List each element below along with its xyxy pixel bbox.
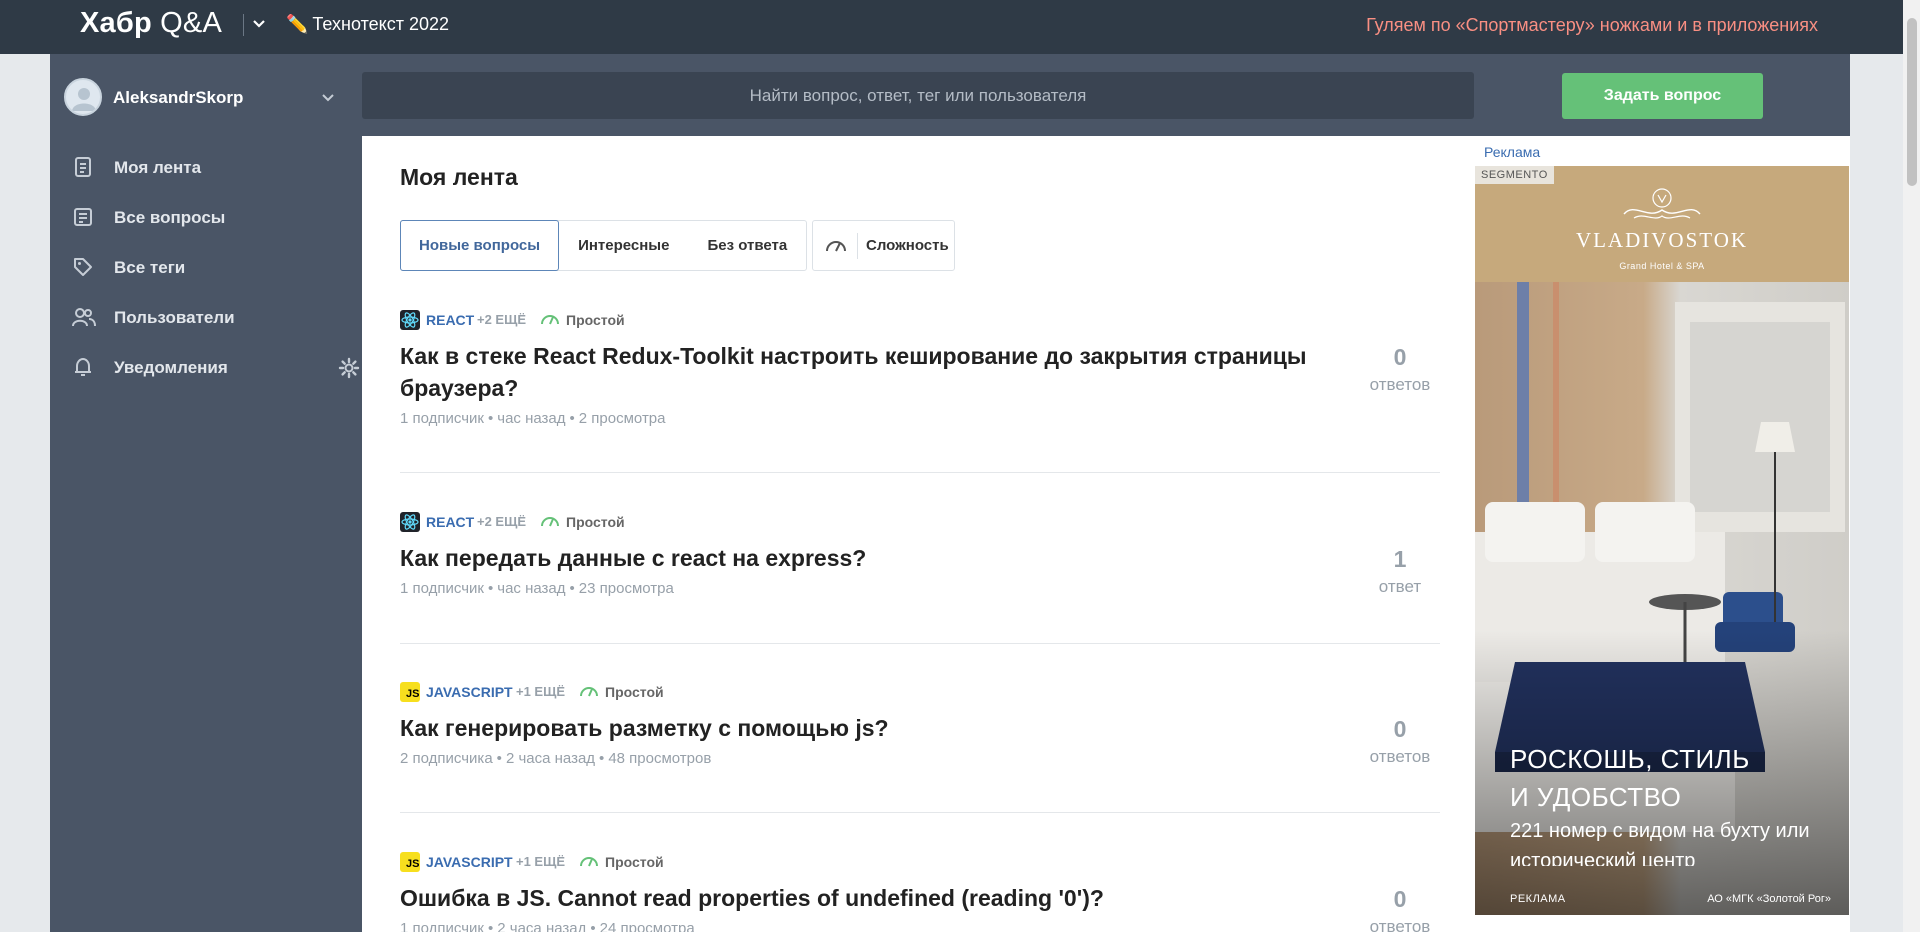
ad-column: Реклама VLADIVOSTOK Grand Hotel & SPA SE…	[1474, 136, 1850, 932]
question-item: REACT +2 ЕЩЁ Простой Как в стеке React R…	[400, 310, 1440, 427]
more-tags[interactable]: +1 ЕЩЁ	[516, 854, 565, 869]
ask-question-button[interactable]: Задать вопрос	[1562, 73, 1763, 119]
hotel-name: VLADIVOSTOK	[1575, 228, 1749, 252]
ad-label[interactable]: Реклама	[1484, 144, 1540, 160]
question-divider	[400, 643, 1440, 644]
difficulty-icon	[579, 683, 599, 702]
question-title[interactable]: Ошибка в JS. Cannot read properties of u…	[400, 882, 1320, 914]
react-icon	[400, 310, 420, 330]
javascript-icon: JS	[400, 682, 420, 702]
chevron-down-icon[interactable]	[320, 90, 336, 111]
tag-link[interactable]: JAVASCRIPT	[426, 684, 513, 700]
search-input[interactable]: Найти вопрос, ответ, тег или пользовател…	[362, 72, 1474, 119]
sidebar-item-feed[interactable]: Моя лента	[72, 152, 352, 182]
page-title: Моя лента	[400, 164, 518, 190]
tab-unanswered[interactable]: Без ответа	[688, 221, 806, 270]
sidebar-item-users[interactable]: Пользователи	[72, 302, 352, 332]
questions-icon	[72, 206, 94, 233]
question-meta: 1 подписчик • час назад • 23 просмотра	[400, 580, 674, 597]
bell-icon	[72, 356, 94, 383]
ad-banner[interactable]: VLADIVOSTOK Grand Hotel & SPA SEGMENTO Р…	[1475, 166, 1849, 915]
more-tags[interactable]: +1 ЕЩЁ	[516, 684, 565, 699]
sidebar: Моя лента Все вопросы Все теги Пользоват…	[50, 136, 362, 932]
hotel-subtitle: Grand Hotel & SPA	[1619, 261, 1705, 271]
feed-tabs: Новые вопросы Интересные Без ответа	[400, 220, 808, 271]
question-meta: 1 подписчик • 2 часа назад • 24 просмотра	[400, 920, 695, 932]
difficulty-icon	[540, 513, 560, 532]
answers-count[interactable]: 0 ответов	[1360, 886, 1440, 932]
tag-link[interactable]: REACT	[426, 514, 474, 530]
pencil-icon: ✏️	[286, 14, 309, 34]
tag-icon	[72, 256, 94, 283]
ad-network-badge: SEGMENTO	[1475, 166, 1554, 184]
tab-new-questions[interactable]: Новые вопросы	[400, 220, 560, 271]
gear-icon[interactable]	[338, 357, 360, 384]
difficulty-label: Простой	[566, 312, 625, 328]
complexity-divider	[857, 233, 858, 259]
main-content: Моя лента Новые вопросы Интересные Без о…	[362, 136, 1474, 932]
feed-icon	[72, 156, 94, 183]
habr-qa-logo[interactable]: Хабр Q&A	[80, 7, 222, 40]
users-icon	[72, 306, 96, 333]
more-tags[interactable]: +2 ЕЩЁ	[477, 514, 526, 529]
difficulty-icon	[579, 853, 599, 872]
question-title[interactable]: Как генерировать разметку с помощью js?	[400, 712, 1320, 744]
complexity-filter[interactable]: Сложность	[812, 220, 955, 271]
answers-count[interactable]: 0 ответов	[1360, 344, 1440, 395]
more-tags[interactable]: +2 ЕЩЁ	[477, 312, 526, 327]
hotel-crest-icon	[1620, 184, 1704, 229]
avatar	[64, 78, 102, 116]
scrollbar-thumb[interactable]	[1907, 18, 1917, 186]
question-title[interactable]: Как передать данные с react на express?	[400, 542, 1320, 574]
tab-interesting[interactable]: Интересные	[559, 221, 688, 270]
difficulty-label: Простой	[566, 514, 625, 530]
sidebar-item-tags[interactable]: Все теги	[72, 252, 352, 282]
question-item: REACT +2 ЕЩЁ Простой Как передать данные…	[400, 512, 1440, 602]
user-avatar-icon	[72, 88, 96, 111]
sidebar-item-notifications[interactable]: Уведомления	[72, 352, 360, 383]
promo-link[interactable]: Гуляем по «Спортмастеру» ножками и в при…	[1366, 15, 1818, 36]
question-meta: 2 подписчика • 2 часа назад • 48 просмотров	[400, 750, 712, 767]
username: AleksandrSkorp	[113, 88, 244, 107]
difficulty-label: Простой	[605, 854, 664, 870]
difficulty-icon	[540, 311, 560, 330]
question-meta: 1 подписчик • час назад • 2 просмотра	[400, 410, 666, 427]
question-item: JS JAVASCRIPT +1 ЕЩЁ Простой Ошибка в JS…	[400, 852, 1440, 932]
project-link[interactable]: ✏️ Технотекст 2022	[286, 14, 449, 35]
user-menu[interactable]: AleksandrSkorp	[64, 78, 344, 118]
tag-link[interactable]: JAVASCRIPT	[426, 854, 513, 870]
logo-divider	[243, 14, 244, 36]
ad-subline: 221 номер с видом на бухту или историчес…	[1510, 820, 1810, 866]
speedometer-icon	[825, 237, 847, 258]
ad-headline: РОСКОШЬ, СТИЛЬ И УДОБСТВО	[1510, 744, 1750, 812]
top-bar: Хабр Q&A ✏️ Технотекст 2022 Гуляем по «Сп…	[0, 0, 1920, 54]
question-divider	[400, 472, 1440, 473]
question-title[interactable]: Как в стеке React Redux-Toolkit настроит…	[400, 340, 1320, 404]
ad-footer-label: РЕКЛАМА	[1510, 893, 1566, 905]
difficulty-label: Простой	[605, 684, 664, 700]
javascript-icon: JS	[400, 852, 420, 872]
sidebar-item-questions[interactable]: Все вопросы	[72, 202, 352, 232]
question-item: JS JAVASCRIPT +1 ЕЩЁ Простой Как генерир…	[400, 682, 1440, 772]
answers-count[interactable]: 0 ответов	[1360, 716, 1440, 767]
question-divider	[400, 812, 1440, 813]
ad-advertiser: АО «МГК «Золотой Рог»	[1707, 893, 1831, 905]
react-icon	[400, 512, 420, 532]
chevron-down-icon[interactable]	[252, 17, 266, 36]
page-scrollbar[interactable]	[1903, 0, 1920, 932]
tag-link[interactable]: REACT	[426, 312, 474, 328]
answers-count[interactable]: 1 ответ	[1360, 546, 1440, 597]
